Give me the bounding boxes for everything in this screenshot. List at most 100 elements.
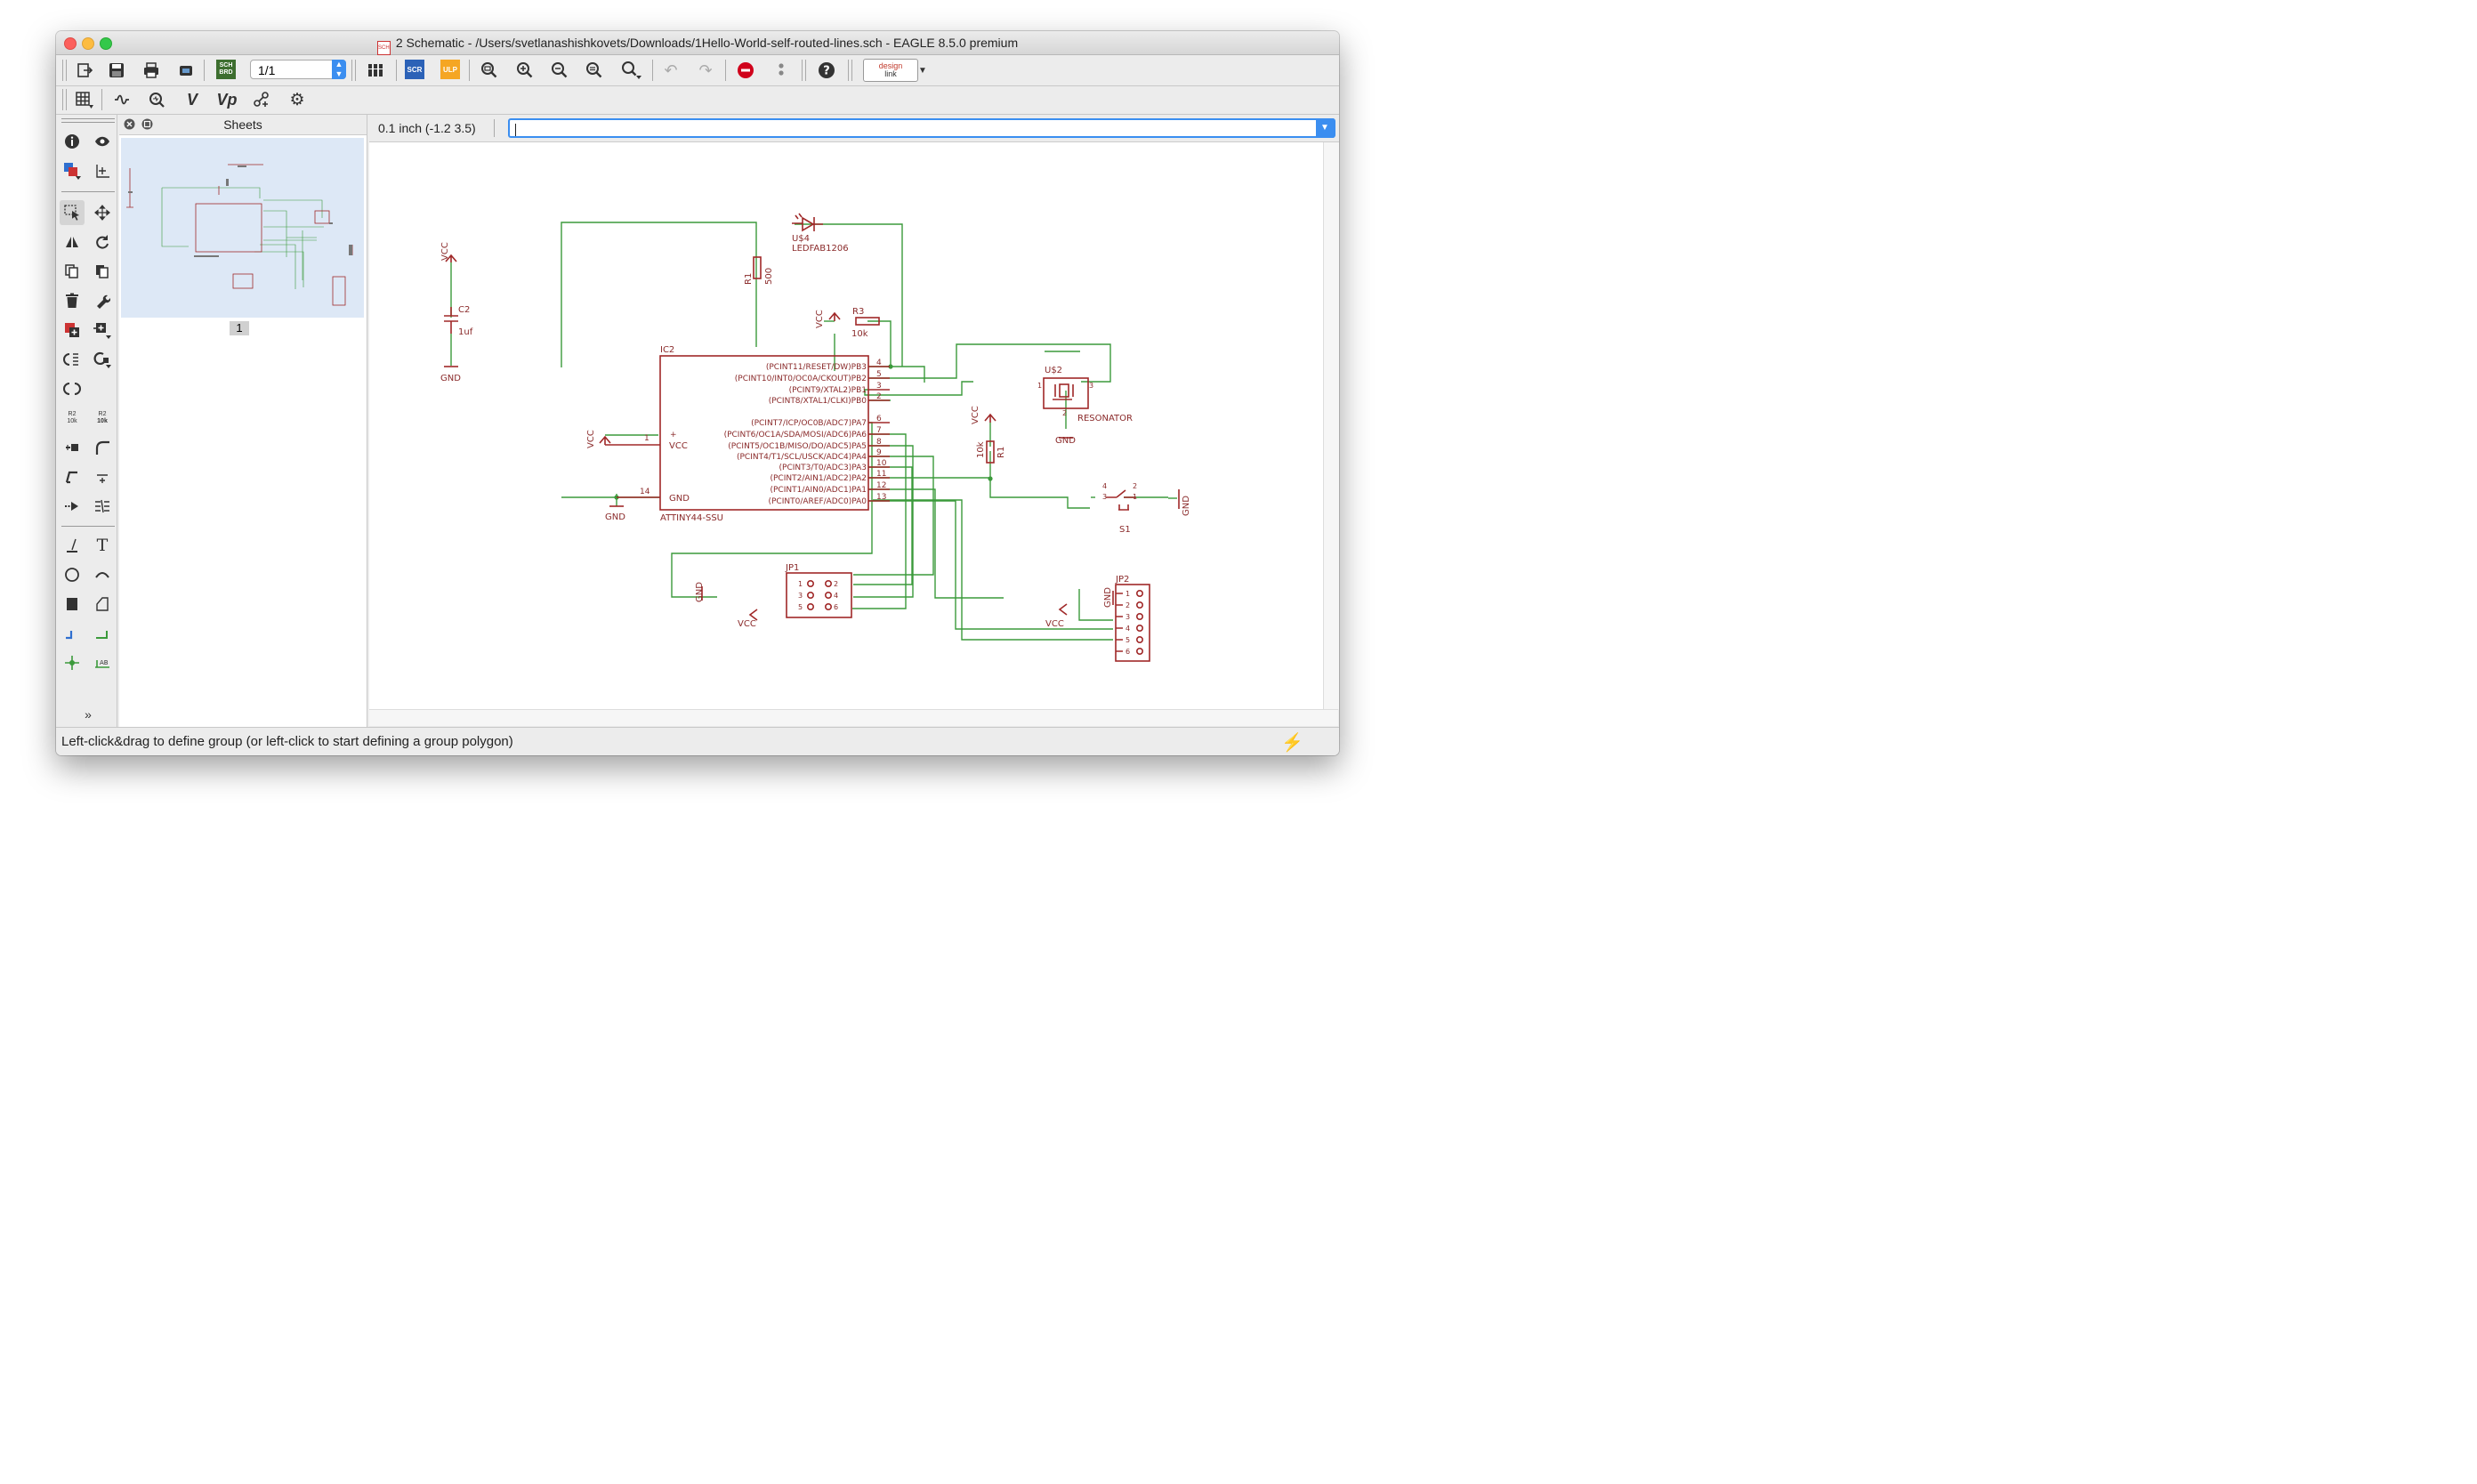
s1-pin-2: 2 <box>1133 482 1137 490</box>
res-pin-1: 1 <box>1037 382 1042 390</box>
smash-icon[interactable] <box>60 435 85 460</box>
polygon-tool-icon[interactable] <box>90 592 115 617</box>
lightning-icon[interactable]: ⚡ <box>1281 731 1303 754</box>
ic-pin-label: (PCINT2/AIN1/ADC2)PA2 <box>770 474 867 483</box>
c2-gnd-label: GND <box>440 374 461 383</box>
sheet-select[interactable]: 1/1 ▲ ▼ <box>250 60 346 79</box>
library-icon[interactable] <box>363 59 388 82</box>
window-title: SCH 2 Schematic - /Users/svetlanashishkov… <box>56 36 1339 55</box>
show-eye-icon[interactable] <box>90 129 115 154</box>
info-icon[interactable] <box>60 129 85 154</box>
u2-name-label: U$2 <box>1045 366 1062 375</box>
save-icon[interactable] <box>104 59 129 82</box>
s1-name-label: S1 <box>1119 525 1131 535</box>
erc-icon[interactable] <box>90 494 115 519</box>
rectangle-tool-icon[interactable] <box>60 592 85 617</box>
optimize-icon[interactable] <box>90 464 115 489</box>
r1-vcc-label: VCC <box>971 406 980 424</box>
ic-value-label: ATTINY44-SSU <box>660 513 723 523</box>
name-tool-icon[interactable]: R2 10k <box>60 406 85 431</box>
probe-icon[interactable] <box>144 88 169 111</box>
open-icon[interactable] <box>72 59 97 82</box>
app-window: SCH 2 Schematic - /Users/svetlanashishkov… <box>56 31 1339 755</box>
undo-icon[interactable]: ↶ <box>658 59 683 82</box>
ab-label: AB <box>100 659 109 666</box>
vertical-scrollbar[interactable] <box>1323 142 1339 709</box>
redo-icon[interactable]: ↷ <box>693 59 718 82</box>
ic-pin-num: 8 <box>876 438 882 447</box>
sch-brd-switch-icon[interactable]: SCH BRD <box>216 60 236 79</box>
jp1-vcc-label: VCC <box>738 619 756 629</box>
ic-pin-num: 4 <box>876 359 882 367</box>
r2-name-label: R2 <box>68 411 77 417</box>
grid-icon[interactable] <box>71 88 96 111</box>
sheet-page-number[interactable]: 1 <box>230 321 249 335</box>
copy-icon[interactable] <box>60 259 85 284</box>
go-icon[interactable] <box>769 59 794 82</box>
jp2-gnd-label: GND <box>1103 587 1113 608</box>
zoom-out-icon[interactable] <box>547 59 572 82</box>
net-tool-icon[interactable] <box>60 621 85 646</box>
sheet-select-stepper-icon[interactable]: ▲ ▼ <box>332 60 346 79</box>
horizontal-scrollbar[interactable] <box>369 709 1338 726</box>
voltage-probe-icon[interactable]: V <box>180 88 205 111</box>
bus-tool-icon[interactable] <box>90 621 115 646</box>
ulp-icon[interactable]: ULP <box>440 60 460 79</box>
zoom-previous-icon[interactable] <box>582 59 607 82</box>
zoom-in-icon[interactable] <box>512 59 537 82</box>
junction-tool-icon[interactable] <box>60 650 85 675</box>
cam-processor-icon[interactable] <box>173 59 198 82</box>
mirror-icon[interactable] <box>60 230 85 254</box>
net-classes-icon[interactable] <box>249 88 274 111</box>
simulation-icon[interactable] <box>109 88 134 111</box>
sheet-thumbnail[interactable] <box>121 138 364 318</box>
command-history-dropdown-icon[interactable]: ▼ <box>1316 118 1334 138</box>
replace-part-icon[interactable] <box>90 318 115 343</box>
circle-tool-icon[interactable] <box>60 562 85 587</box>
add-part-icon[interactable] <box>60 318 85 343</box>
text-tool-label: T <box>96 536 109 555</box>
ic-pin-label: (PCINT11/RESET/DW)PB3 <box>766 363 867 372</box>
zoom-fit-icon[interactable] <box>477 59 502 82</box>
jp2-vcc-label: VCC <box>1045 619 1064 629</box>
jp2-pin-2: 2 <box>1126 601 1130 609</box>
split-icon[interactable] <box>60 464 85 489</box>
status-message: Left-click&drag to define group (or left… <box>61 734 513 749</box>
script-icon[interactable]: SCR <box>405 60 424 79</box>
brd-label: BRD <box>219 69 233 76</box>
miter-icon[interactable] <box>90 435 115 460</box>
settings-gear-icon[interactable]: ⚙ <box>285 88 310 111</box>
swap-gate-icon[interactable] <box>60 347 85 372</box>
stop-icon[interactable] <box>733 59 758 82</box>
move-icon[interactable] <box>90 200 115 225</box>
zoom-select-icon[interactable] <box>617 59 646 82</box>
ic-pin-label: (PCINT3/T0/ADC3)PA3 <box>779 464 867 472</box>
r2-name-label-2: R2 <box>98 411 107 417</box>
change-wrench-icon[interactable] <box>90 288 115 313</box>
command-input[interactable]: ▼ <box>508 118 1335 138</box>
text-tool-icon[interactable]: T <box>90 533 115 558</box>
line-tool-icon[interactable] <box>60 533 85 558</box>
mark-origin-icon[interactable] <box>90 158 115 183</box>
schematic-canvas[interactable]: VCC C2 1uf GND U$4 LEDFAB1206 R1 500 VCC… <box>369 142 1323 709</box>
design-link-button[interactable]: design link <box>863 59 918 82</box>
invoke-icon[interactable] <box>90 347 115 372</box>
print-icon[interactable] <box>139 59 164 82</box>
label-tool-icon[interactable]: AB <box>90 650 115 675</box>
pinswap-icon[interactable] <box>60 376 85 401</box>
design-link-dropdown-icon[interactable]: ▼ <box>917 64 928 77</box>
phase-probe-icon[interactable]: Vp <box>214 88 239 111</box>
display-layers-icon[interactable] <box>60 158 85 183</box>
route-gate-icon[interactable] <box>60 494 85 519</box>
jp1-pin-4: 4 <box>834 592 838 600</box>
delete-trash-icon[interactable] <box>60 288 85 313</box>
value-tool-icon[interactable]: R2 10k <box>90 406 115 431</box>
rotate-icon[interactable] <box>90 230 115 254</box>
help-icon[interactable]: ? <box>814 59 839 82</box>
group-select-icon[interactable] <box>60 200 85 225</box>
title-bar: SCH 2 Schematic - /Users/svetlanashishkov… <box>56 31 1339 55</box>
paste-icon[interactable] <box>90 259 115 284</box>
expand-toolbar-icon[interactable]: » <box>76 702 101 727</box>
arc-tool-icon[interactable] <box>90 562 115 587</box>
c2-vcc-label: VCC <box>440 242 450 261</box>
